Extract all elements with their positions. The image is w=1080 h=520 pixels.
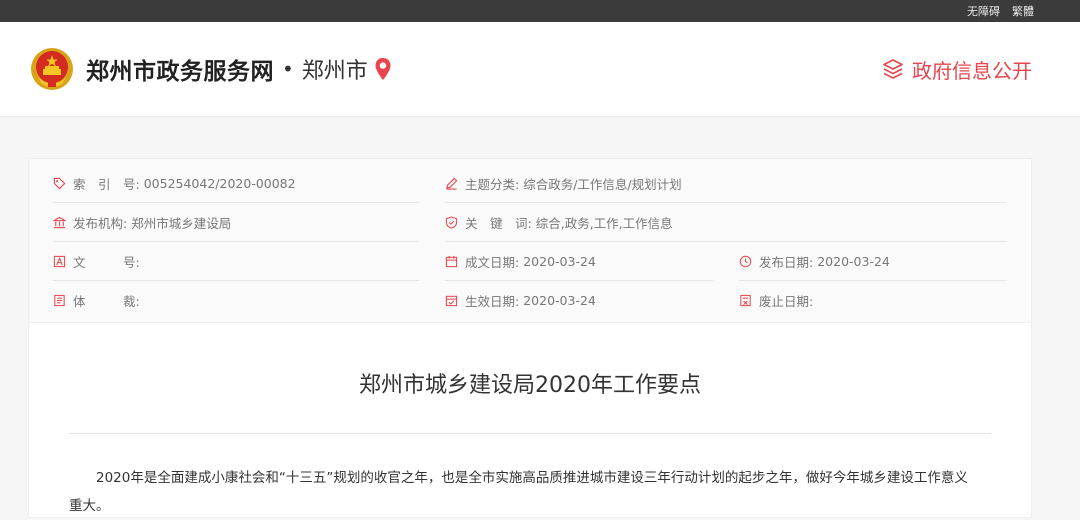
meta-value: 2020-03-24 bbox=[523, 253, 596, 269]
document-a-icon bbox=[53, 255, 66, 267]
shield-check-icon bbox=[445, 215, 458, 229]
institution-icon bbox=[53, 216, 66, 228]
document-metadata: 索 引 号: 005254042/2020-00082 主题分类: 综合政务/工… bbox=[29, 159, 1031, 323]
meta-value: 2020-03-24 bbox=[523, 293, 596, 308]
national-emblem-icon bbox=[31, 48, 73, 90]
meta-value: 郑州市城乡建设局 bbox=[131, 215, 232, 231]
accessibility-link[interactable]: 无障碍 bbox=[967, 3, 1000, 19]
meta-key: 生效日期: bbox=[465, 294, 520, 309]
pencil-icon bbox=[446, 177, 458, 190]
meta-value: 综合政务/工作信息/规划计划 bbox=[523, 176, 682, 192]
gov-info-disclosure-label: 政府信息公开 bbox=[912, 58, 1032, 83]
meta-key: 主题分类: bbox=[465, 176, 520, 192]
meta-published-date: 发布日期: 2020-03-24 bbox=[739, 242, 1007, 281]
meta-genre: 体 裁: bbox=[53, 281, 419, 320]
location-pin-icon[interactable] bbox=[374, 57, 392, 81]
tag-icon bbox=[53, 177, 66, 189]
meta-key: 废止日期: bbox=[759, 294, 814, 309]
meta-keywords: 关 键 词: 综合,政务,工作,工作信息 bbox=[445, 203, 1007, 242]
meta-index-number: 索 引 号: 005254042/2020-00082 bbox=[53, 164, 419, 203]
meta-value: 2020-03-24 bbox=[817, 253, 890, 269]
meta-row-1: 索 引 号: 005254042/2020-00082 主题分类: 综合政务/工… bbox=[53, 164, 1007, 203]
traditional-chinese-link[interactable]: 繁體 bbox=[1012, 3, 1034, 19]
site-name: 郑州市政务服务网 bbox=[86, 59, 274, 85]
article-paragraph: 2020年是全面建成小康社会和“十三五”规划的收官之年，也是全市实施高品质推进城… bbox=[69, 470, 968, 514]
gov-info-disclosure-link[interactable]: 政府信息公开 bbox=[882, 55, 1032, 84]
meta-topic: 主题分类: 综合政务/工作信息/规划计划 bbox=[445, 164, 1007, 203]
calendar-icon bbox=[445, 255, 458, 267]
meta-key: 发布机构: bbox=[73, 215, 128, 231]
meta-value: 005254042/2020-00082 bbox=[143, 175, 296, 191]
meta-row-3: 文 号: 成文日期: 2020-03-24 发布日期: 2020-03-24 bbox=[53, 242, 1007, 281]
meta-expire-date: 废止日期: bbox=[739, 281, 1007, 320]
meta-key: 关 键 词: bbox=[465, 215, 532, 231]
city-name: 郑州市 bbox=[301, 59, 368, 84]
brand[interactable]: 郑州市政务服务网 • 郑州市 bbox=[30, 47, 392, 91]
meta-key: 索 引 号: bbox=[73, 176, 140, 192]
meta-key: 发布日期: bbox=[759, 254, 814, 270]
calendar-check-icon bbox=[445, 295, 458, 307]
meta-publisher: 发布机构: 郑州市城乡建设局 bbox=[53, 203, 419, 242]
file-list-icon bbox=[54, 294, 65, 307]
meta-row-2: 发布机构: 郑州市城乡建设局 关 键 词: 综合,政务,工作,工作信息 bbox=[53, 203, 1007, 242]
meta-effective-date: 生效日期: 2020-03-24 bbox=[445, 281, 713, 320]
article-container: 索 引 号: 005254042/2020-00082 主题分类: 综合政务/工… bbox=[28, 158, 1032, 518]
title-divider bbox=[69, 433, 991, 434]
site-header: 郑州市政务服务网 • 郑州市 政府信息公开 bbox=[0, 22, 1080, 117]
meta-key: 成文日期: bbox=[465, 254, 520, 270]
meta-document-number: 文 号: bbox=[53, 242, 419, 281]
meta-key: 文 号: bbox=[73, 254, 140, 270]
layers-icon bbox=[883, 59, 903, 79]
meta-key: 体 裁: bbox=[73, 294, 140, 309]
title-separator: • bbox=[282, 57, 294, 81]
meta-created-date: 成文日期: 2020-03-24 bbox=[445, 242, 713, 281]
article-title: 郑州市城乡建设局2020年工作要点 bbox=[359, 373, 701, 398]
file-cancel-icon bbox=[740, 294, 751, 307]
top-utility-bar: 无障碍 繁體 bbox=[0, 0, 1080, 22]
meta-value: 综合,政务,工作,工作信息 bbox=[535, 215, 673, 231]
clock-icon bbox=[739, 255, 752, 267]
meta-row-4: 体 裁: 生效日期: 2020-03-24 废止日期: bbox=[53, 281, 1007, 320]
